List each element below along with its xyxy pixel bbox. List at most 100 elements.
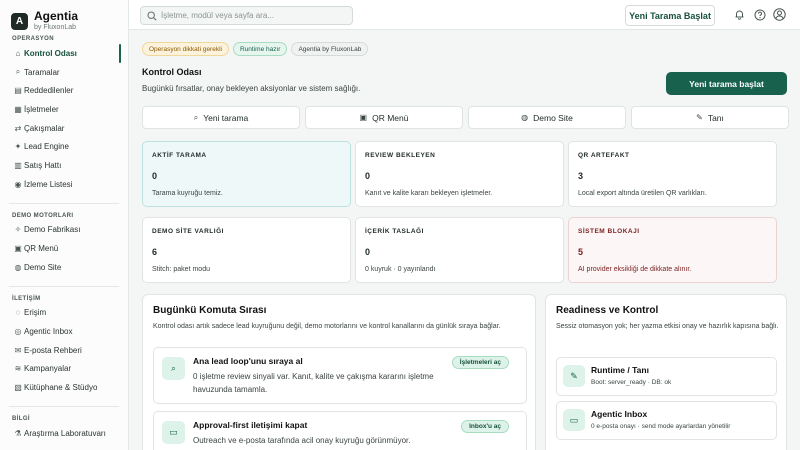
task-action-button[interactable]: İşletmeleri aç bbox=[451, 356, 509, 369]
brand-sub: by FluxonLab bbox=[34, 24, 77, 31]
chat-icon: ◌ bbox=[15, 308, 21, 318]
command-queue-title: Bugünkü Komuta Sırası bbox=[153, 305, 267, 316]
stat-card[interactable]: QR ARTEFAKT 3 Local export altında üretile… bbox=[568, 141, 777, 207]
search-box[interactable] bbox=[140, 6, 353, 25]
task-description: 0 işletme review sinyali var. Kanıt, kal… bbox=[193, 372, 434, 394]
sidebar-item-eye-7[interactable]: ◉ İzleme Listesi bbox=[0, 175, 128, 194]
task-card[interactable]: ▭ Approval-first iletişimi kapat Outreach … bbox=[153, 411, 527, 450]
sidebar-item-sparkle-5[interactable]: ✦ Lead Engine bbox=[0, 137, 128, 156]
sidebar-item-archive-2[interactable]: ▤ Reddedilenler bbox=[0, 81, 128, 100]
chart-icon: ▥ bbox=[14, 160, 22, 170]
stat-card[interactable]: SİSTEM BLOKAJI 5 AI provider eksikliği de … bbox=[568, 217, 777, 283]
sidebar-item-layers-3[interactable]: ≋ Kampanyalar bbox=[0, 360, 128, 379]
sidebar-item-search-1[interactable]: ⌕ Taramalar bbox=[0, 63, 128, 82]
sidebar-item-label: Reddedilenler bbox=[24, 86, 74, 96]
stat-description: Tarama kuyruğu temiz. bbox=[152, 190, 223, 197]
sidebar-item-label: Lead Engine bbox=[24, 142, 69, 152]
stat-card[interactable]: İÇERİK TASLAĞI 0 0 kuyruk · 0 yayınlandı bbox=[355, 217, 564, 283]
stat-label: DEMO SİTE VARLIĞI bbox=[152, 228, 224, 235]
task-title: Approval-first iletişimi kapat bbox=[193, 420, 308, 430]
new-scan-top-button[interactable]: Yeni Tarama Başlat bbox=[625, 5, 715, 26]
building-icon: ▦ bbox=[14, 104, 22, 114]
search-icon: ⌕ bbox=[193, 112, 199, 122]
user-avatar-icon[interactable] bbox=[773, 8, 786, 21]
magic-icon: ✧ bbox=[14, 225, 22, 235]
stat-description: Kanıt ve kalite kararı bekleyen işletmel… bbox=[365, 190, 493, 197]
sidebar-item-label: Çakışmalar bbox=[24, 123, 65, 133]
new-scan-primary-button[interactable]: Yeni tarama başlat bbox=[666, 72, 787, 95]
sidebar-item-flask-0[interactable]: ⚗ Araştırma Laboratuvarı bbox=[0, 424, 128, 443]
stat-card[interactable]: AKTİF TARAMA 0 Tarama kuyruğu temiz. bbox=[142, 141, 351, 207]
task-action-button[interactable]: Inbox'u aç bbox=[461, 420, 509, 433]
status-badges: Operasyon dikkati gerekli Runtime hazır Ag… bbox=[142, 42, 369, 56]
layers-icon: ≋ bbox=[14, 364, 22, 374]
readiness-item-description: 0 e-posta onayı · send mode ayarlardan y… bbox=[591, 423, 731, 430]
topbar: Yeni Tarama Başlat bbox=[129, 0, 800, 30]
readiness-item-description: Boot: server_ready · DB: ok bbox=[591, 379, 672, 386]
task-description: Outreach ve e-posta tarafında acil onay … bbox=[193, 436, 411, 445]
readiness-item-title: Agentic Inbox bbox=[591, 409, 648, 419]
sidebar-item-label: İşletmeler bbox=[24, 104, 59, 114]
sidebar-item-label: Kontrol Odası bbox=[24, 48, 77, 58]
stat-card[interactable]: REVIEW BEKLEYEN 0 Kanıt ve kalite kararı b… bbox=[355, 141, 564, 207]
sidebar-item-label: İzleme Listesi bbox=[24, 179, 73, 189]
task-card[interactable]: ⌕ Ana lead loop'unu sıraya al 0 işletme re… bbox=[153, 347, 527, 404]
stat-value: 5 bbox=[578, 247, 584, 257]
book-icon: ▧ bbox=[14, 383, 22, 393]
sidebar-item-qr-1[interactable]: ▣ QR Menü bbox=[0, 239, 128, 258]
sidebar-item-swap-4[interactable]: ⇄ Çakışmalar bbox=[0, 119, 128, 138]
sidebar-item-home-0[interactable]: ⌂ Kontrol Odası bbox=[0, 44, 128, 63]
flask-icon: ⚗ bbox=[14, 428, 22, 438]
stat-value: 0 bbox=[365, 171, 371, 181]
sidebar-item-mail-2[interactable]: ✉ E-posta Rehberi bbox=[0, 341, 128, 360]
sidebar: A Agentia by FluxonLab OPERASYON ⌂ Kontrol… bbox=[0, 0, 129, 450]
search-icon bbox=[147, 10, 157, 21]
readiness-item-title: Runtime / Tanı bbox=[591, 365, 649, 375]
stat-card[interactable]: DEMO SİTE VARLIĞI 6 Stitch: paket modu bbox=[142, 217, 351, 283]
home-icon: ⌂ bbox=[15, 48, 21, 58]
status-badge: Runtime hazır bbox=[232, 42, 288, 56]
inbox-icon: ▭ bbox=[162, 421, 185, 444]
sidebar-item-chat-0[interactable]: ◌ Erişim bbox=[0, 304, 128, 323]
stat-description: Stitch: paket modu bbox=[152, 266, 210, 273]
sidebar-item-label: QR Menü bbox=[24, 244, 59, 254]
stat-description: 0 kuyruk · 0 yayınlandı bbox=[365, 266, 436, 273]
sidebar-item-label: Erişim bbox=[24, 308, 47, 318]
globe-icon: ◍ bbox=[14, 262, 22, 272]
sidebar-item-bot-1[interactable]: ◎ Agentic Inbox bbox=[0, 322, 128, 341]
quick-action-button[interactable]: ⌕ Yeni tarama bbox=[142, 106, 300, 129]
stat-description: AI provider eksikliği de dikkate alınır. bbox=[578, 266, 692, 273]
quick-actions: ⌕ Yeni tarama ▣ QR Menü ◍ Demo Site ✎ Tanı bbox=[142, 106, 789, 129]
stat-grid: AKTİF TARAMA 0 Tarama kuyruğu temiz. REVIEW… bbox=[142, 141, 777, 283]
sidebar-item-globe-2[interactable]: ◍ Demo Site bbox=[0, 258, 128, 277]
sidebar-item-book-4[interactable]: ▧ Kütüphane & Stüdyo bbox=[0, 378, 128, 397]
readiness-subtitle: Sessiz otomasyon yok; her yazma etkisi o… bbox=[556, 323, 779, 330]
quick-action-label: QR Menü bbox=[372, 112, 409, 123]
sidebar-item-label: Satış Hattı bbox=[24, 160, 62, 170]
bell-icon[interactable] bbox=[733, 8, 746, 21]
swap-icon: ⇄ bbox=[14, 123, 22, 133]
sidebar-item-building-3[interactable]: ▦ İşletmeler bbox=[0, 100, 128, 119]
readiness-item[interactable]: ▭ Agentic Inbox 0 e-posta onayı · send mod… bbox=[556, 401, 777, 440]
sidebar-item-magic-0[interactable]: ✧ Demo Fabrikası bbox=[0, 221, 128, 240]
sidebar-item-chart-6[interactable]: ▥ Satış Hattı bbox=[0, 156, 128, 175]
quick-action-button[interactable]: ▣ QR Menü bbox=[305, 106, 463, 129]
stat-value: 0 bbox=[365, 247, 371, 257]
sidebar-item-label: Demo Fabrikası bbox=[24, 225, 81, 235]
search-icon: ⌕ bbox=[15, 67, 21, 77]
help-icon[interactable] bbox=[753, 8, 766, 21]
quick-action-button[interactable]: ◍ Demo Site bbox=[468, 106, 626, 129]
sidebar-item-label: Kampanyalar bbox=[24, 364, 72, 374]
agentia-logo-icon: A bbox=[11, 12, 28, 30]
inbox-icon: ▭ bbox=[563, 409, 585, 431]
stat-value: 3 bbox=[578, 171, 584, 181]
archive-icon: ▤ bbox=[14, 86, 22, 96]
readiness-item[interactable]: ✎ Runtime / Tanı Boot: server_ready · DB: … bbox=[556, 357, 777, 396]
brand[interactable]: A Agentia by FluxonLab bbox=[0, 0, 128, 34]
sidebar-section-label: BİLGİ bbox=[12, 416, 30, 422]
quick-action-button[interactable]: ✎ Tanı bbox=[631, 106, 789, 129]
search-input[interactable] bbox=[161, 11, 341, 20]
status-badge: Agentia by FluxonLab bbox=[291, 42, 369, 56]
sidebar-item-label: Taramalar bbox=[24, 67, 60, 77]
page-subtitle: Bugünkü fırsatlar, onay bekleyen aksiyon… bbox=[142, 84, 361, 93]
